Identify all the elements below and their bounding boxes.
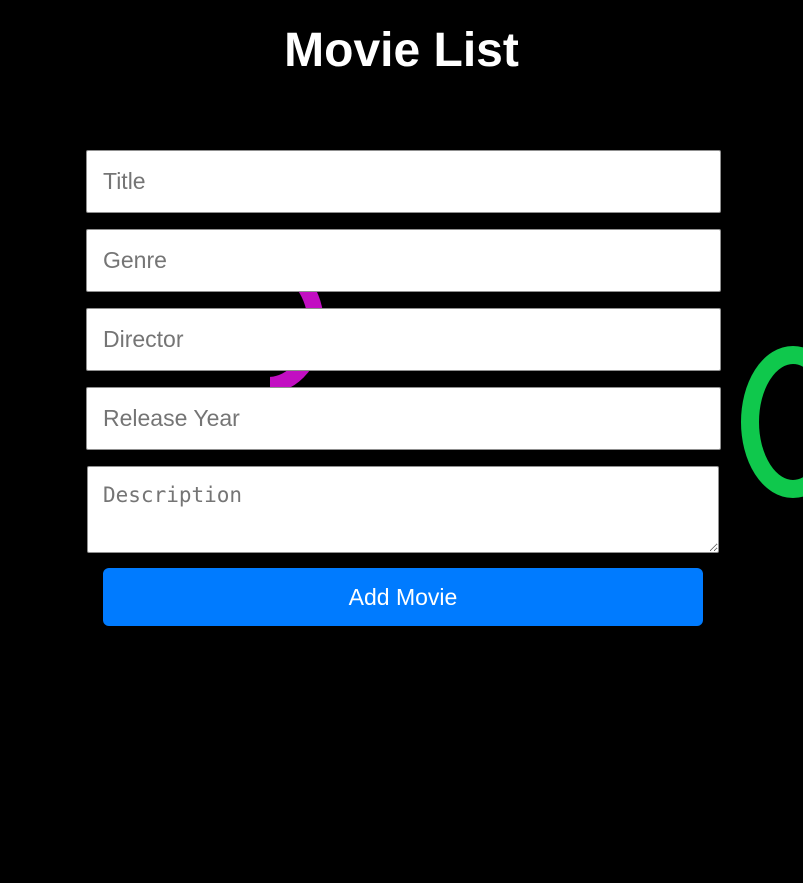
director-input[interactable] — [86, 308, 721, 371]
description-textarea[interactable] — [87, 466, 719, 553]
add-movie-form: Add Movie — [0, 0, 803, 883]
title-input[interactable] — [86, 150, 721, 213]
release-year-input[interactable] — [86, 387, 721, 450]
add-movie-button[interactable]: Add Movie — [103, 568, 703, 626]
genre-input[interactable] — [86, 229, 721, 292]
